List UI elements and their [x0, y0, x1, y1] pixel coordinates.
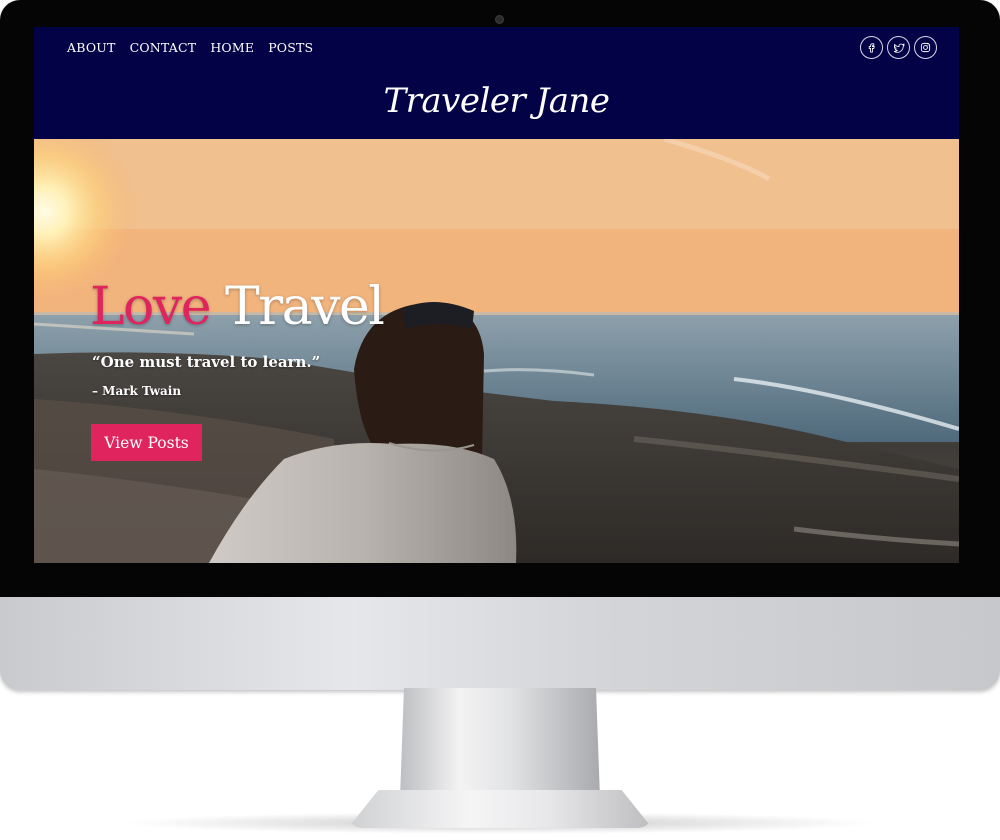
main-nav: ABOUT CONTACT HOME POSTS: [67, 40, 313, 55]
hero-section: Love Travel “One must travel to learn.” …: [34, 139, 959, 563]
instagram-icon[interactable]: [914, 36, 937, 59]
hero-heading-accent: Love: [90, 277, 212, 337]
monitor-stand-base: [348, 790, 652, 828]
nav-contact[interactable]: CONTACT: [130, 40, 197, 55]
view-posts-button[interactable]: View Posts: [91, 424, 202, 461]
monitor-chin: [0, 597, 1000, 690]
monitor-body: ABOUT CONTACT HOME POSTS Traveler Jane L…: [0, 0, 1000, 690]
nav-home[interactable]: HOME: [210, 40, 254, 55]
hero-heading: Love Travel: [90, 277, 385, 337]
nav-about[interactable]: ABOUT: [67, 40, 116, 55]
screen: ABOUT CONTACT HOME POSTS Traveler Jane L…: [34, 27, 959, 563]
hero-quote-author: – Mark Twain: [92, 384, 182, 398]
nav-posts[interactable]: POSTS: [268, 40, 313, 55]
facebook-icon[interactable]: [860, 36, 883, 59]
site-title[interactable]: Traveler Jane: [34, 81, 959, 121]
hero-background-image: [34, 139, 959, 563]
monitor-stand-neck: [400, 688, 600, 798]
hero-quote: “One must travel to learn.”: [92, 353, 321, 371]
hero-heading-rest: Travel: [225, 277, 385, 337]
twitter-icon[interactable]: [887, 36, 910, 59]
site-header: ABOUT CONTACT HOME POSTS Traveler Jane: [34, 27, 959, 139]
social-links: [860, 36, 937, 59]
camera-icon: [495, 15, 504, 24]
